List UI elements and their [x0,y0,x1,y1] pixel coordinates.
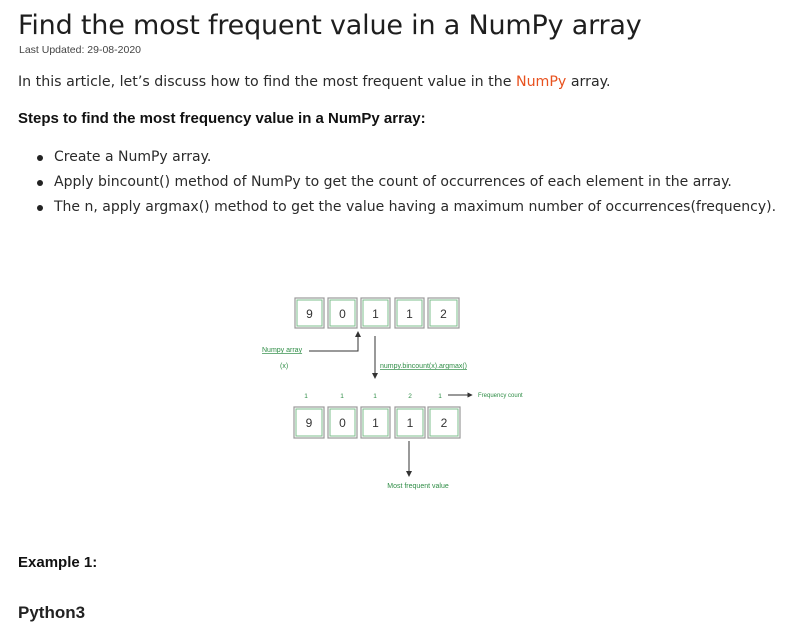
array-cell-value: 2 [441,416,448,430]
array-cell-value: 0 [339,307,346,321]
intro-text-before: In this article, let’s discuss how to fi… [18,74,516,90]
list-item: Apply bincount() method of NumPy to get … [36,170,776,195]
bottom-array: 9 0 1 1 2 [293,406,461,439]
count-value: 2 [408,393,412,400]
count-value: 1 [373,393,377,400]
steps-heading: Steps to find the most frequency value i… [18,110,426,127]
array-cell-value: 1 [407,416,414,430]
array-cell-value: 0 [339,416,346,430]
frequency-label: Frequency count [478,393,523,399]
counts-row: 1 1 1 2 1 [304,393,442,400]
code-language-tab[interactable]: Python3 [18,603,85,623]
bullet-icon [37,180,43,186]
count-value: 1 [340,393,344,400]
example-heading: Example 1: [18,554,98,571]
numpy-link[interactable]: NumPy [516,74,566,90]
array-cell-value: 9 [306,416,313,430]
array-cell-value: 1 [406,307,413,321]
list-item: The n, apply argmax() method to get the … [36,195,776,220]
array-variable-label: (x) [280,363,288,370]
diagram-canvas: 9 0 1 1 2 Numpy array (x) numpy.bincount… [262,297,523,490]
array-cell-value: 2 [440,307,447,321]
list-item: Create a NumPy array. [36,145,776,170]
array-cell-value: 1 [372,307,379,321]
bullet-icon [37,205,43,211]
array-connector-arrow [309,331,361,352]
bincount-diagram: 9 0 1 1 2 Numpy array (x) numpy.bincount… [244,290,544,500]
array-label: Numpy array [262,347,303,354]
count-value: 1 [438,393,442,400]
steps-list: Create a NumPy array. Apply bincount() m… [36,145,776,220]
bullet-icon [37,155,43,161]
step-text: Create a NumPy array. [54,149,212,165]
article-title: Find the most frequent value in a NumPy … [18,10,642,41]
last-updated-date: Last Updated: 29-08-2020 [19,44,142,56]
count-value: 1 [304,393,308,400]
intro-text-after: array. [566,74,611,90]
array-cell-value: 9 [306,307,313,321]
result-label: Most frequent value [387,483,449,490]
array-cell-value: 1 [372,416,379,430]
operation-label: numpy.bincount(x).argmax() [380,363,467,370]
step-text: The n, apply argmax() method to get the … [54,199,777,215]
top-array: 9 0 1 1 2 [294,297,460,329]
intro-paragraph: In this article, let’s discuss how to fi… [18,72,611,92]
step-text: Apply bincount() method of NumPy to get … [54,174,732,190]
